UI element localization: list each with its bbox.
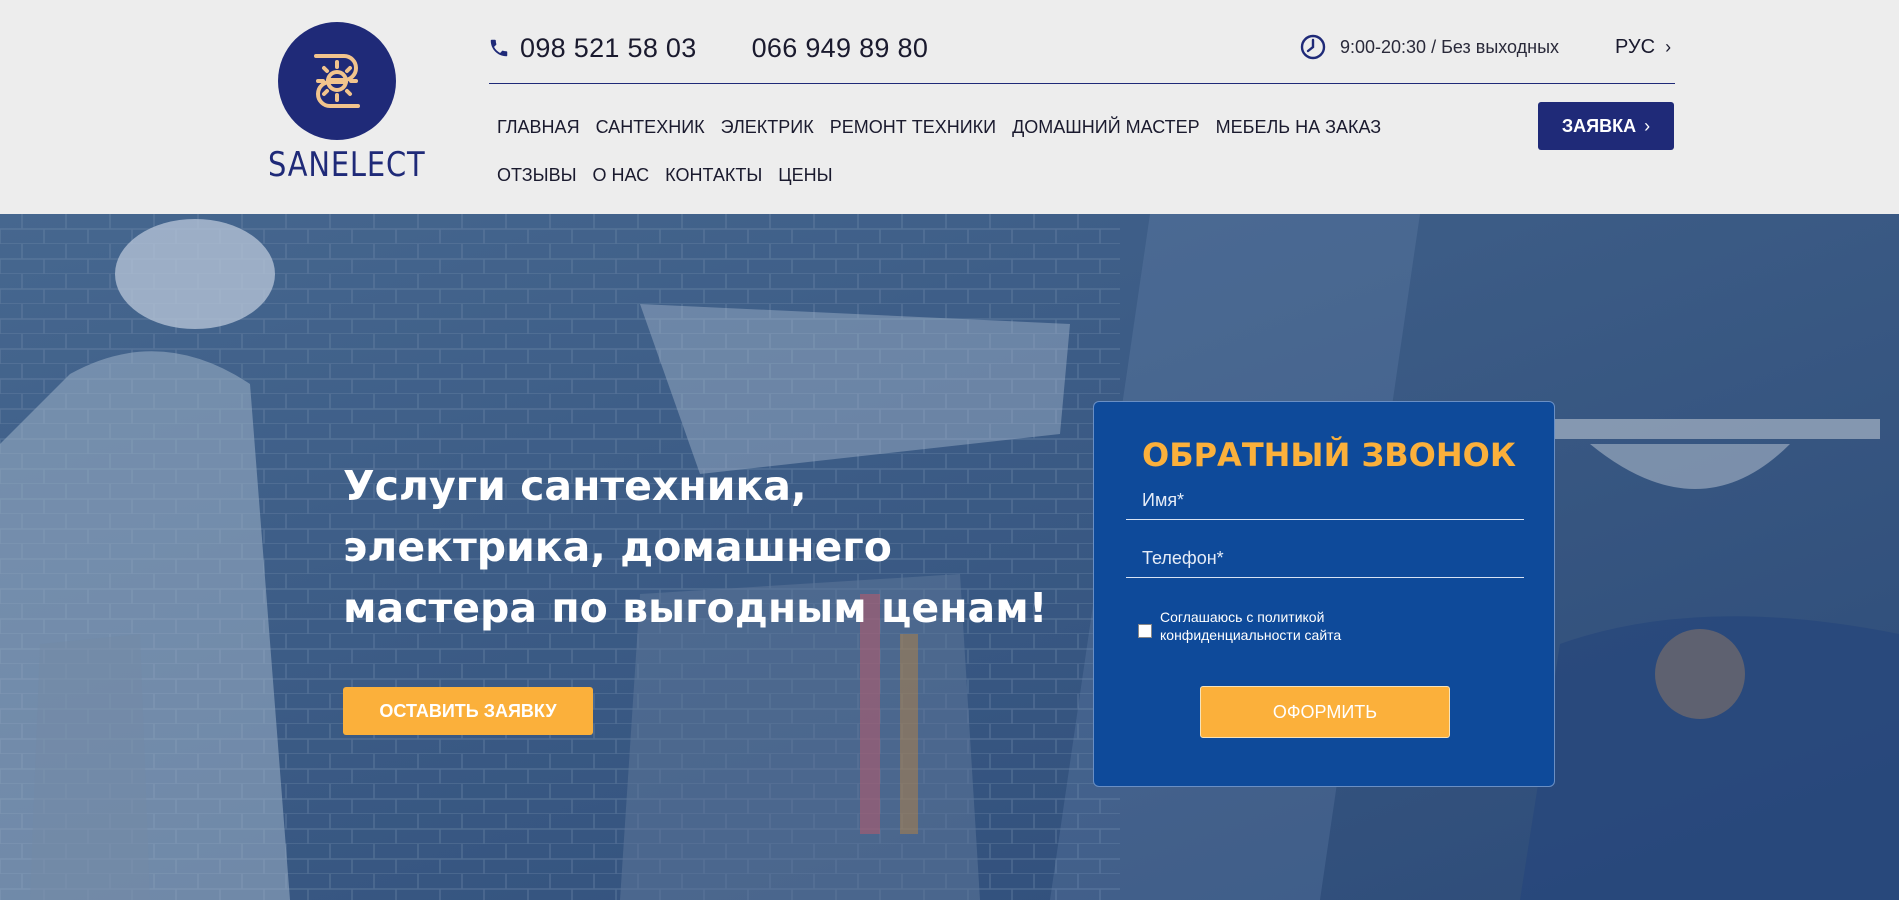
phone-icon xyxy=(490,39,508,57)
phone-numbers: 098 521 58 03 066 949 89 80 xyxy=(488,30,983,66)
nav-row-2: ОТЗЫВЫ О НАС КОНТАКТЫ ЦЕНЫ xyxy=(489,153,1449,197)
nav-item-contacts[interactable]: КОНТАКТЫ xyxy=(657,165,770,186)
language-label: РУС xyxy=(1615,35,1656,58)
nav-item-home[interactable]: ГЛАВНАЯ xyxy=(489,117,588,138)
nav-item-handyman[interactable]: ДОМАШНИЙ МАСТЕР xyxy=(1004,117,1208,138)
nav-item-electrician[interactable]: ЭЛЕКТРИК xyxy=(713,117,822,138)
chevron-right-icon: › xyxy=(1665,36,1672,57)
hero-title: Услуги сантехника, электрика, домашнего … xyxy=(343,462,1048,632)
logo[interactable]: SANELECT xyxy=(265,20,426,185)
header-divider xyxy=(489,83,1675,84)
chevron-right-icon: › xyxy=(1644,115,1651,136)
language-selector[interactable]: РУС › xyxy=(1615,32,1671,62)
nav-item-plumber[interactable]: САНТЕХНИК xyxy=(588,117,713,138)
site-header: SANELECT 098 521 58 03 066 949 89 80 9:0… xyxy=(0,0,1899,214)
nav-item-appliance-repair[interactable]: РЕМОНТ ТЕХНИКИ xyxy=(822,117,1004,138)
privacy-checkbox[interactable] xyxy=(1138,624,1152,638)
nav-item-reviews[interactable]: ОТЗЫВЫ xyxy=(489,165,585,186)
callback-form: ОБРАТНЫЙ ЗВОНОК Соглашаюсь с политикой к… xyxy=(1093,401,1555,787)
order-button-label: ЗАЯВКА xyxy=(1561,115,1637,136)
privacy-agreement: Соглашаюсь с политикой конфиденциальност… xyxy=(1138,608,1380,644)
phone-number-1[interactable]: 098 521 58 03 xyxy=(520,33,697,64)
main-nav: ГЛАВНАЯ САНТЕХНИК ЭЛЕКТРИК РЕМОНТ ТЕХНИК… xyxy=(489,105,1449,201)
working-hours: 9:00-20:30 / Без выходных xyxy=(1300,32,1559,62)
phone-number-2[interactable]: 066 949 89 80 xyxy=(752,33,929,64)
nav-row-1: ГЛАВНАЯ САНТЕХНИК ЭЛЕКТРИК РЕМОНТ ТЕХНИК… xyxy=(489,105,1449,149)
name-field xyxy=(1126,482,1524,520)
callback-form-title: ОБРАТНЫЙ ЗВОНОК xyxy=(1142,436,1516,474)
nav-item-custom-furniture[interactable]: МЕБЕЛЬ НА ЗАКАЗ xyxy=(1208,117,1390,138)
phone-input[interactable] xyxy=(1126,540,1524,577)
hours-text: 9:00-20:30 / Без выходных xyxy=(1340,36,1560,57)
clock-icon xyxy=(1300,34,1326,60)
logo-text: SANELECT xyxy=(268,145,426,185)
order-button[interactable]: ЗАЯВКА › xyxy=(1538,102,1674,150)
sun-pipe-logo-icon xyxy=(278,22,396,140)
nav-item-about[interactable]: О НАС xyxy=(585,165,658,186)
hero-section: Услуги сантехника, электрика, домашнего … xyxy=(0,214,1899,900)
leave-request-button[interactable]: ОСТАВИТЬ ЗАЯВКУ xyxy=(343,687,593,735)
submit-button[interactable]: ОФОРМИТЬ xyxy=(1200,686,1450,738)
name-input[interactable] xyxy=(1126,482,1524,519)
phone-field xyxy=(1126,540,1524,578)
privacy-label: Соглашаюсь с политикой конфиденциальност… xyxy=(1160,609,1342,643)
nav-item-prices[interactable]: ЦЕНЫ xyxy=(770,165,840,186)
